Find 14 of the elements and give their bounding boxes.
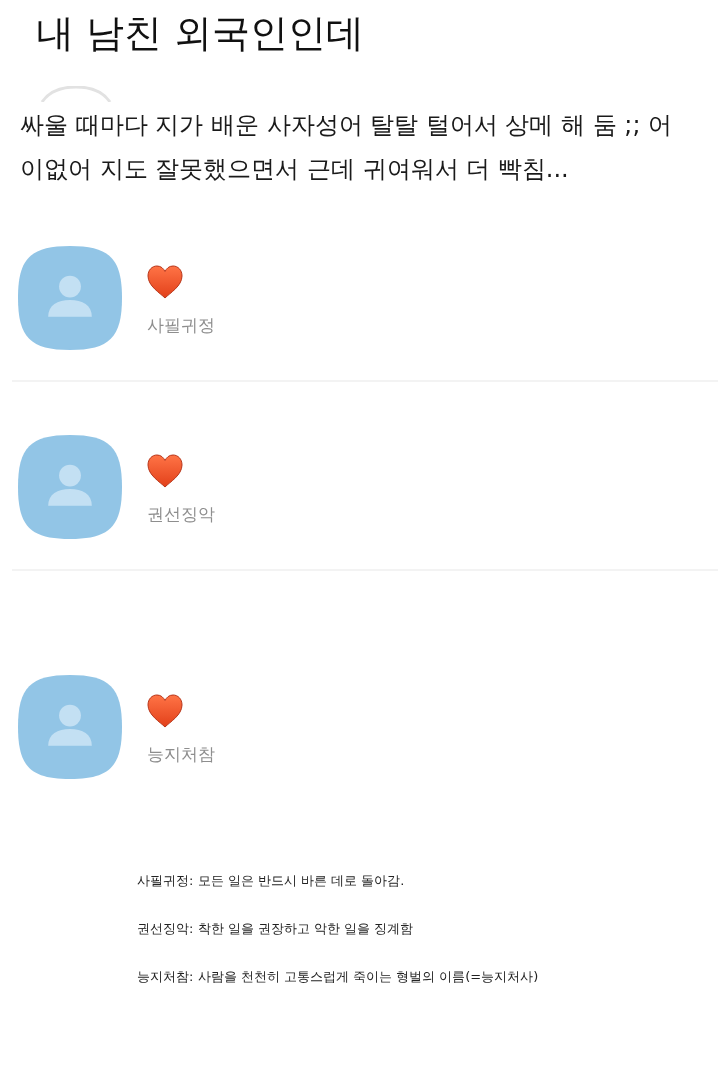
footnote: 사필귀정: 모든 일은 반드시 바른 데로 돌아감. (137, 872, 406, 890)
avatar-icon (18, 435, 122, 539)
status-message: 능지처참 (147, 743, 215, 766)
avatar-icon (18, 675, 122, 779)
post-text: 싸울 때마다 지가 배운 사자성어 탈탈 털어서 상메 해 둠 ;; 어 이없어 지도 잘못했으면서 근데 귀여워서 더 빡침... (20, 110, 674, 185)
heart-icon (147, 694, 183, 728)
heart-icon (147, 265, 183, 299)
status-message: 권선징악 (147, 503, 215, 526)
status-message: 사필귀정 (147, 314, 215, 337)
avatar-icon (18, 246, 122, 350)
post-title: 내 남친 외국인인데 (36, 10, 366, 56)
heart-icon (147, 454, 183, 488)
footnote: 능지처참: 사람을 천천히 고통스럽게 죽이는 형벌의 이름(=능지처사) (137, 968, 540, 986)
footnote: 권선징악: 착한 일을 권장하고 악한 일을 징계함 (137, 920, 415, 938)
